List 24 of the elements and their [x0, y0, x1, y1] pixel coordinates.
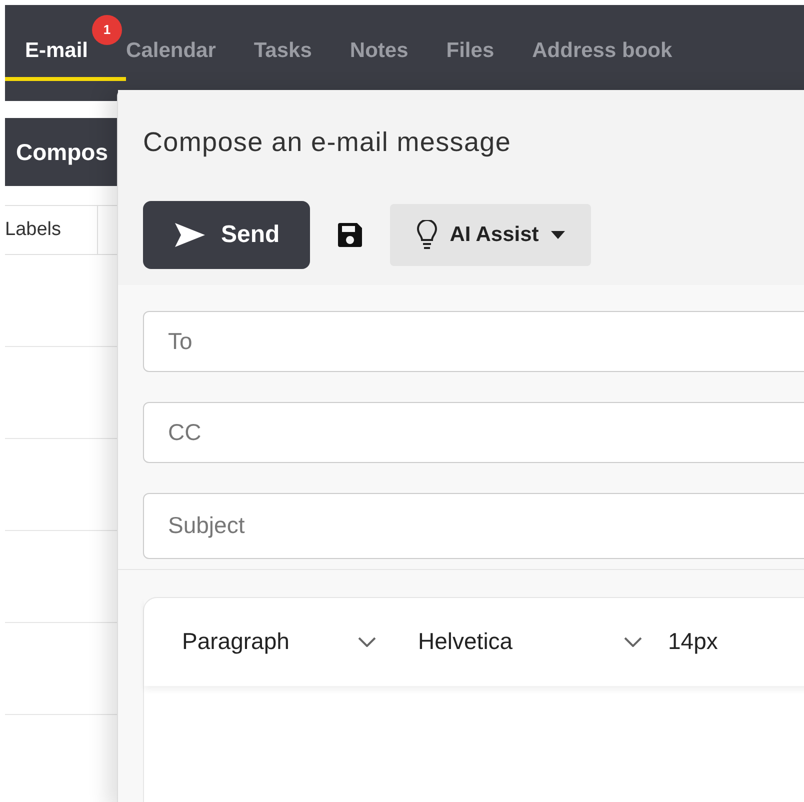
nav-tab[interactable]: Notes: [350, 34, 408, 66]
caret-icon: [550, 230, 565, 238]
block-format-dropdown[interactable]: Paragraph: [182, 624, 392, 659]
font-size-dropdown[interactable]: 14px: [668, 624, 718, 659]
chevron-down-icon: [358, 636, 376, 646]
notification-badge: 1: [92, 14, 122, 44]
send-button[interactable]: Send: [143, 200, 310, 268]
send-icon: [173, 220, 207, 248]
compose-button[interactable]: Compos: [5, 118, 117, 186]
nav-tab[interactable]: Tasks: [254, 34, 312, 66]
input-field[interactable]: To: [143, 310, 804, 372]
input-field[interactable]: Subject: [143, 492, 804, 558]
column-header[interactable]: Labels: [5, 206, 98, 254]
ai-assist-button[interactable]: AI Assist: [390, 204, 591, 266]
nav-tab[interactable]: Calendar: [126, 34, 216, 66]
nav-tab[interactable]: Address book: [532, 34, 672, 66]
save-icon[interactable]: [336, 220, 364, 248]
input-field[interactable]: CC: [143, 402, 804, 462]
panel-title: Compose an e-mail message: [143, 126, 512, 159]
nav-tab[interactable]: Files: [446, 34, 494, 66]
chevron-down-icon: [624, 636, 642, 646]
lightbulb-icon: [416, 220, 438, 250]
font-dropdown[interactable]: Helvetica: [418, 624, 658, 659]
nav-tab[interactable]: E-mail: [25, 34, 88, 66]
